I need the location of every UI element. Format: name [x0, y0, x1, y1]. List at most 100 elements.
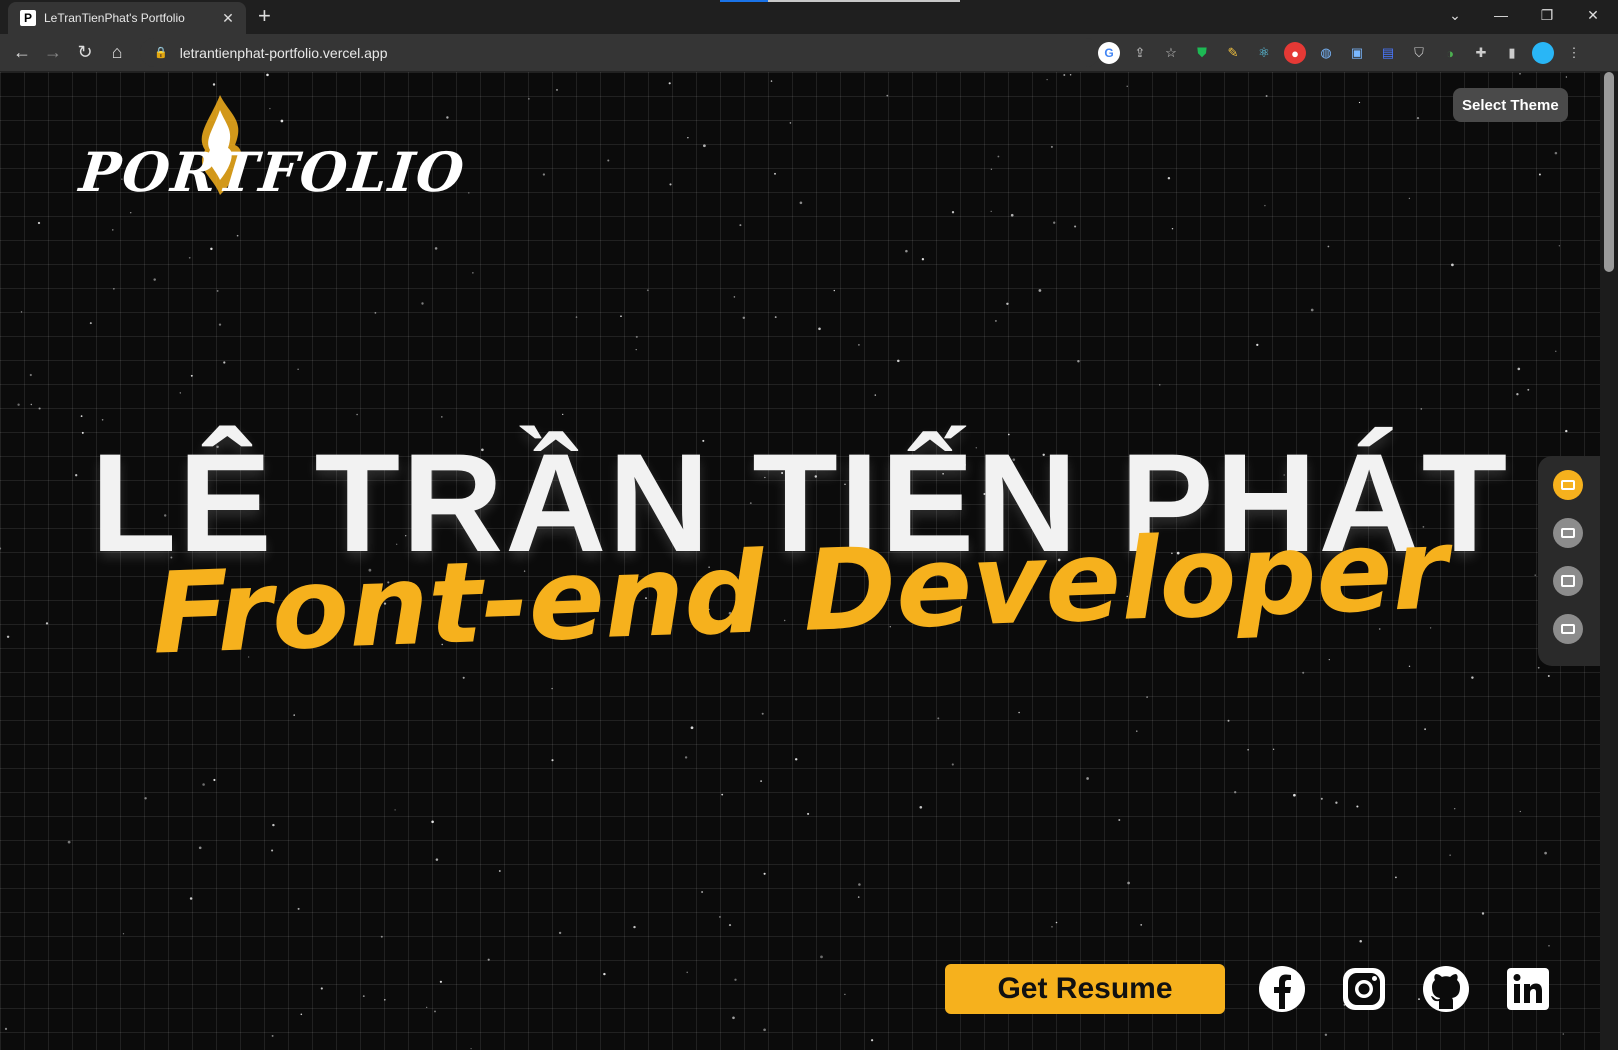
github-icon[interactable] [1422, 965, 1470, 1013]
star [603, 972, 606, 976]
star [905, 249, 908, 253]
tab-search-icon[interactable]: ⌄ [1432, 0, 1478, 30]
extension-shield-icon[interactable]: ⛊ [1191, 42, 1213, 64]
puzzle-icon[interactable]: ✚ [1470, 42, 1492, 64]
star [951, 211, 955, 214]
star [1324, 1033, 1328, 1037]
select-theme-button[interactable]: Select Theme [1453, 88, 1568, 122]
reload-icon[interactable]: ↻ [73, 40, 97, 64]
nav-home-icon[interactable] [1553, 470, 1583, 500]
star [394, 809, 396, 811]
star [951, 763, 954, 766]
loading-bar [720, 0, 960, 2]
star [1127, 881, 1130, 885]
star [1069, 74, 1072, 76]
share-icon[interactable]: ⇪ [1129, 42, 1151, 64]
star [1420, 408, 1423, 410]
star [1335, 801, 1338, 804]
star [1118, 819, 1121, 821]
star [210, 247, 213, 251]
star [1538, 173, 1541, 176]
star [17, 403, 20, 406]
avatar[interactable] [1532, 42, 1554, 64]
star [742, 316, 746, 320]
star [1519, 72, 1521, 75]
tab-close-icon[interactable]: ✕ [218, 10, 238, 27]
star [1544, 851, 1547, 855]
star [20, 311, 23, 313]
nav-briefcase-icon[interactable] [1553, 566, 1583, 596]
star [870, 1039, 874, 1042]
star [1320, 797, 1323, 800]
page-scrollbar[interactable] [1600, 72, 1618, 1050]
back-icon[interactable]: ← [10, 40, 34, 64]
star [1408, 197, 1411, 200]
star [799, 201, 803, 205]
star [1159, 384, 1161, 386]
star [218, 323, 222, 326]
star [1416, 116, 1420, 120]
star [1408, 665, 1411, 668]
extension-color-icon[interactable]: ◑ [1439, 42, 1461, 64]
star [374, 312, 377, 314]
star [635, 335, 638, 338]
scrollbar-thumb[interactable] [1604, 72, 1614, 272]
star [462, 676, 465, 679]
nav-contact-card-icon[interactable] [1553, 614, 1583, 644]
star [763, 872, 766, 875]
extension-red-icon[interactable]: ● [1284, 42, 1306, 64]
star [921, 258, 925, 261]
menu-kebab-icon[interactable]: ⋮ [1563, 42, 1585, 64]
star [774, 172, 776, 175]
star [1453, 807, 1456, 810]
extension-shield-outline-icon[interactable]: ⛉ [1408, 42, 1430, 64]
linkedin-icon[interactable] [1504, 965, 1552, 1013]
logo[interactable]: PORTFOLIO [77, 92, 469, 212]
star [1519, 810, 1521, 813]
star [472, 272, 474, 274]
star [1055, 921, 1058, 924]
star [1449, 854, 1451, 856]
star [113, 288, 115, 290]
browser-tab[interactable]: P LeTranTienPhat's Portfolio ✕ [8, 2, 246, 34]
get-resume-button[interactable]: Get Resume [945, 964, 1225, 1014]
nav-list-icon[interactable] [1553, 518, 1583, 548]
star [80, 415, 83, 417]
star [794, 758, 798, 761]
facebook-icon[interactable] [1258, 965, 1306, 1013]
star [857, 896, 860, 898]
star [1359, 940, 1362, 943]
star [384, 999, 386, 1001]
star [562, 413, 564, 416]
star [434, 1010, 436, 1013]
star [1358, 101, 1361, 104]
star [297, 907, 300, 910]
bookmark-star-icon[interactable]: ☆ [1160, 42, 1182, 64]
star [1146, 696, 1148, 698]
star [551, 687, 553, 690]
restore-icon[interactable]: ❐ [1524, 0, 1570, 30]
star [1256, 343, 1259, 347]
close-window-icon[interactable]: ✕ [1570, 0, 1616, 30]
side-panel-icon[interactable]: ▮ [1501, 42, 1523, 64]
star [1328, 658, 1330, 661]
extension-blue-icon[interactable]: ▤ [1377, 42, 1399, 64]
star [542, 173, 546, 176]
instagram-icon[interactable] [1340, 965, 1388, 1013]
star [37, 221, 41, 225]
google-icon[interactable]: G [1098, 42, 1120, 64]
minimize-icon[interactable]: — [1478, 0, 1524, 30]
star [1006, 302, 1009, 306]
forward-icon[interactable]: → [41, 40, 65, 64]
react-devtools-icon[interactable]: ⚛ [1253, 42, 1275, 64]
new-tab-icon[interactable]: + [258, 3, 271, 29]
extension-globe-icon[interactable]: ◍ [1315, 42, 1337, 64]
star [990, 210, 992, 213]
star [1077, 360, 1080, 363]
star [703, 144, 706, 148]
extension-brush-icon[interactable]: ✎ [1222, 42, 1244, 64]
extension-camera-icon[interactable]: ▣ [1346, 42, 1368, 64]
star [190, 374, 193, 377]
address-bar[interactable]: 🔒 letrantienphat-portfolio.vercel.app [140, 38, 1100, 67]
home-button-icon[interactable]: ⌂ [105, 40, 129, 64]
